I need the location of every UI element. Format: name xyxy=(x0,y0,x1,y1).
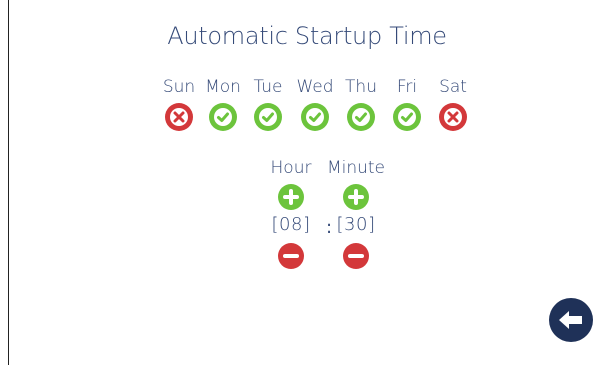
hour-label: Hour xyxy=(270,158,312,178)
day-toggle-mon[interactable] xyxy=(209,103,237,131)
day-wed: Wed xyxy=(295,76,335,131)
plus-circle-icon xyxy=(283,189,299,205)
hour-column: Hour [08] xyxy=(256,157,326,269)
x-circle-icon xyxy=(444,108,462,126)
minute-value: [30] xyxy=(336,214,376,235)
day-label: Thu xyxy=(345,77,377,97)
back-button[interactable] xyxy=(549,298,593,342)
minute-label: Minute xyxy=(326,158,386,178)
check-circle-icon xyxy=(398,108,416,126)
day-sat: Sat xyxy=(433,76,473,131)
day-label: Tue xyxy=(253,77,283,97)
day-label: Wed xyxy=(296,77,334,97)
minus-circle-icon xyxy=(348,254,364,258)
check-circle-icon xyxy=(352,108,370,126)
day-label: Fri xyxy=(396,77,418,97)
day-mon: Mon xyxy=(203,76,243,131)
check-circle-icon xyxy=(259,108,277,126)
day-toggle-wed[interactable] xyxy=(301,103,329,131)
time-picker: Hour [08] : Minute [30] xyxy=(259,157,399,277)
minute-column: Minute [30] xyxy=(321,157,391,269)
day-tue: Tue xyxy=(248,76,288,131)
day-toggle-sat[interactable] xyxy=(439,103,467,131)
day-thu: Thu xyxy=(341,76,381,131)
check-circle-icon xyxy=(214,108,232,126)
weekday-selector: Sun Mon Tue Wed Thu Fri Sat xyxy=(159,76,479,136)
day-toggle-thu[interactable] xyxy=(347,103,375,131)
screen-frame: Automatic Startup Time Sun Mon Tue Wed T… xyxy=(8,0,604,365)
arrow-left-icon xyxy=(559,311,582,329)
day-label: Mon xyxy=(205,77,241,97)
check-circle-icon xyxy=(306,108,324,126)
minute-decrement-button[interactable] xyxy=(343,243,369,269)
day-fri: Fri xyxy=(387,76,427,131)
hour-decrement-button[interactable] xyxy=(278,243,304,269)
day-toggle-sun[interactable] xyxy=(165,103,193,131)
minute-increment-button[interactable] xyxy=(343,184,369,210)
minus-circle-icon xyxy=(283,254,299,258)
day-label: Sat xyxy=(439,77,467,97)
day-toggle-tue[interactable] xyxy=(254,103,282,131)
x-circle-icon xyxy=(170,108,188,126)
hour-increment-button[interactable] xyxy=(278,184,304,210)
plus-circle-icon xyxy=(348,189,364,205)
page-title: Automatic Startup Time xyxy=(167,22,447,50)
day-sun: Sun xyxy=(159,76,199,131)
day-toggle-fri[interactable] xyxy=(393,103,421,131)
day-label: Sun xyxy=(162,77,196,97)
